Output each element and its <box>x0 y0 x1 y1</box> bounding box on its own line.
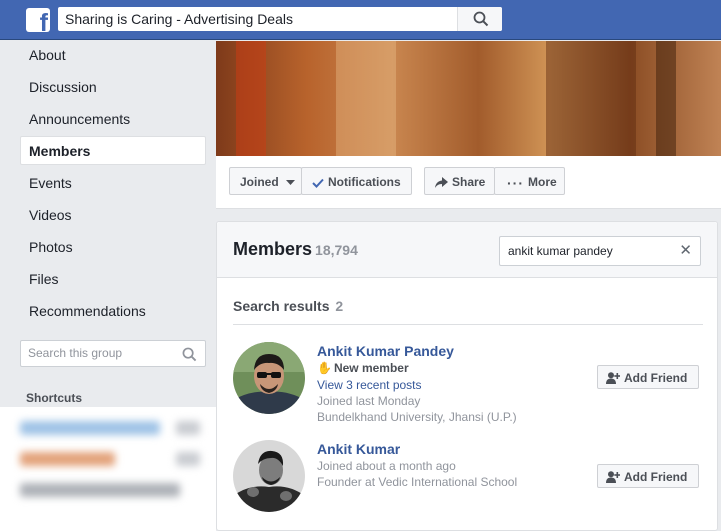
notifications-label: Notifications <box>328 175 401 189</box>
member-name[interactable]: Ankit Kumar Pandey <box>317 342 517 360</box>
members-title-text: Members <box>233 239 313 259</box>
notifications-button[interactable]: Notifications <box>301 167 412 195</box>
member-detail: Founder at Vedic International School <box>317 475 518 489</box>
avatar[interactable] <box>233 440 305 512</box>
group-action-bar: Joined Notifications Share ··· More <box>216 156 721 209</box>
shortcuts-list-blurred <box>0 407 216 531</box>
recent-posts-link[interactable]: View 3 recent posts <box>317 377 517 393</box>
more-button[interactable]: ··· More <box>494 167 565 195</box>
new-member-badge: ✋ New member <box>317 360 517 377</box>
joined-button[interactable]: Joined <box>229 167 302 195</box>
search-icon <box>473 11 489 27</box>
group-sidebar: About Discussion Announcements Members E… <box>0 41 216 531</box>
check-icon <box>312 178 324 188</box>
members-panel: Members 18,794 ankit kumar pandey ✕ Searc… <box>216 221 718 531</box>
group-search-field[interactable] <box>20 340 206 367</box>
members-count: 18,794 <box>315 242 358 258</box>
member-search-value: ankit kumar pandey <box>508 244 613 258</box>
add-friend-label: Add Friend <box>624 470 688 484</box>
sidebar-item-videos[interactable]: Videos <box>20 201 206 230</box>
member-joined: Joined about a month ago <box>317 459 456 473</box>
facebook-logo[interactable]: f <box>26 8 50 32</box>
member-info: Ankit Kumar Joined about a month ago Fou… <box>317 440 517 490</box>
more-dots-icon: ··· <box>507 175 524 191</box>
sidebar-item-about[interactable]: About <box>20 41 206 70</box>
add-friend-icon <box>606 372 620 384</box>
member-info: Ankit Kumar Pandey ✋ New member View 3 re… <box>317 342 517 425</box>
more-label: More <box>528 175 557 190</box>
add-friend-icon <box>606 471 620 483</box>
sidebar-item-announcements[interactable]: Announcements <box>20 105 206 134</box>
search-icon <box>182 347 197 362</box>
shortcuts-heading: Shortcuts <box>26 391 83 405</box>
member-search-input[interactable]: ankit kumar pandey ✕ <box>499 236 701 266</box>
member-name[interactable]: Ankit Kumar <box>317 440 517 458</box>
sidebar-item-discussion[interactable]: Discussion <box>20 73 206 102</box>
share-label: Share <box>452 175 486 189</box>
search-results-heading: Search results 2 <box>233 298 343 314</box>
share-arrow-icon <box>435 177 448 189</box>
avatar[interactable] <box>233 342 305 414</box>
member-detail: Bundelkhand University, Jhansi (U.P.) <box>317 410 517 424</box>
close-icon[interactable]: ✕ <box>679 243 692 258</box>
sidebar-item-members[interactable]: Members <box>20 136 206 165</box>
wave-hand-icon: ✋ <box>317 361 332 375</box>
facebook-logo-glyph: f <box>39 9 48 33</box>
sidebar-item-photos[interactable]: Photos <box>20 233 206 262</box>
sidebar-item-files[interactable]: Files <box>20 265 206 294</box>
sidebar-item-events[interactable]: Events <box>20 169 206 198</box>
members-header: Members 18,794 ankit kumar pandey ✕ <box>217 222 717 278</box>
sidebar-item-recommendations[interactable]: Recommendations <box>20 297 206 326</box>
search-results-count: 2 <box>335 298 344 314</box>
search-results-label: Search results <box>233 298 330 314</box>
caret-down-icon <box>286 179 296 185</box>
joined-label: Joined <box>240 175 279 189</box>
group-cover-photo <box>216 41 721 156</box>
add-friend-label: Add Friend <box>624 371 688 385</box>
divider <box>233 324 703 325</box>
add-friend-button[interactable]: Add Friend <box>597 365 699 389</box>
member-joined: Joined last Monday <box>317 394 421 408</box>
group-search-input[interactable] <box>28 346 173 360</box>
add-friend-button[interactable]: Add Friend <box>597 464 699 488</box>
new-member-label: New member <box>333 361 409 375</box>
global-search-value: Sharing is Caring - Advertising Deals <box>65 11 293 27</box>
share-button[interactable]: Share <box>424 167 495 195</box>
search-button[interactable] <box>457 7 502 31</box>
top-bar: f Sharing is Caring - Advertising Deals <box>0 0 721 40</box>
global-search-input[interactable]: Sharing is Caring - Advertising Deals <box>58 7 502 31</box>
members-title: Members 18,794 <box>233 239 358 260</box>
